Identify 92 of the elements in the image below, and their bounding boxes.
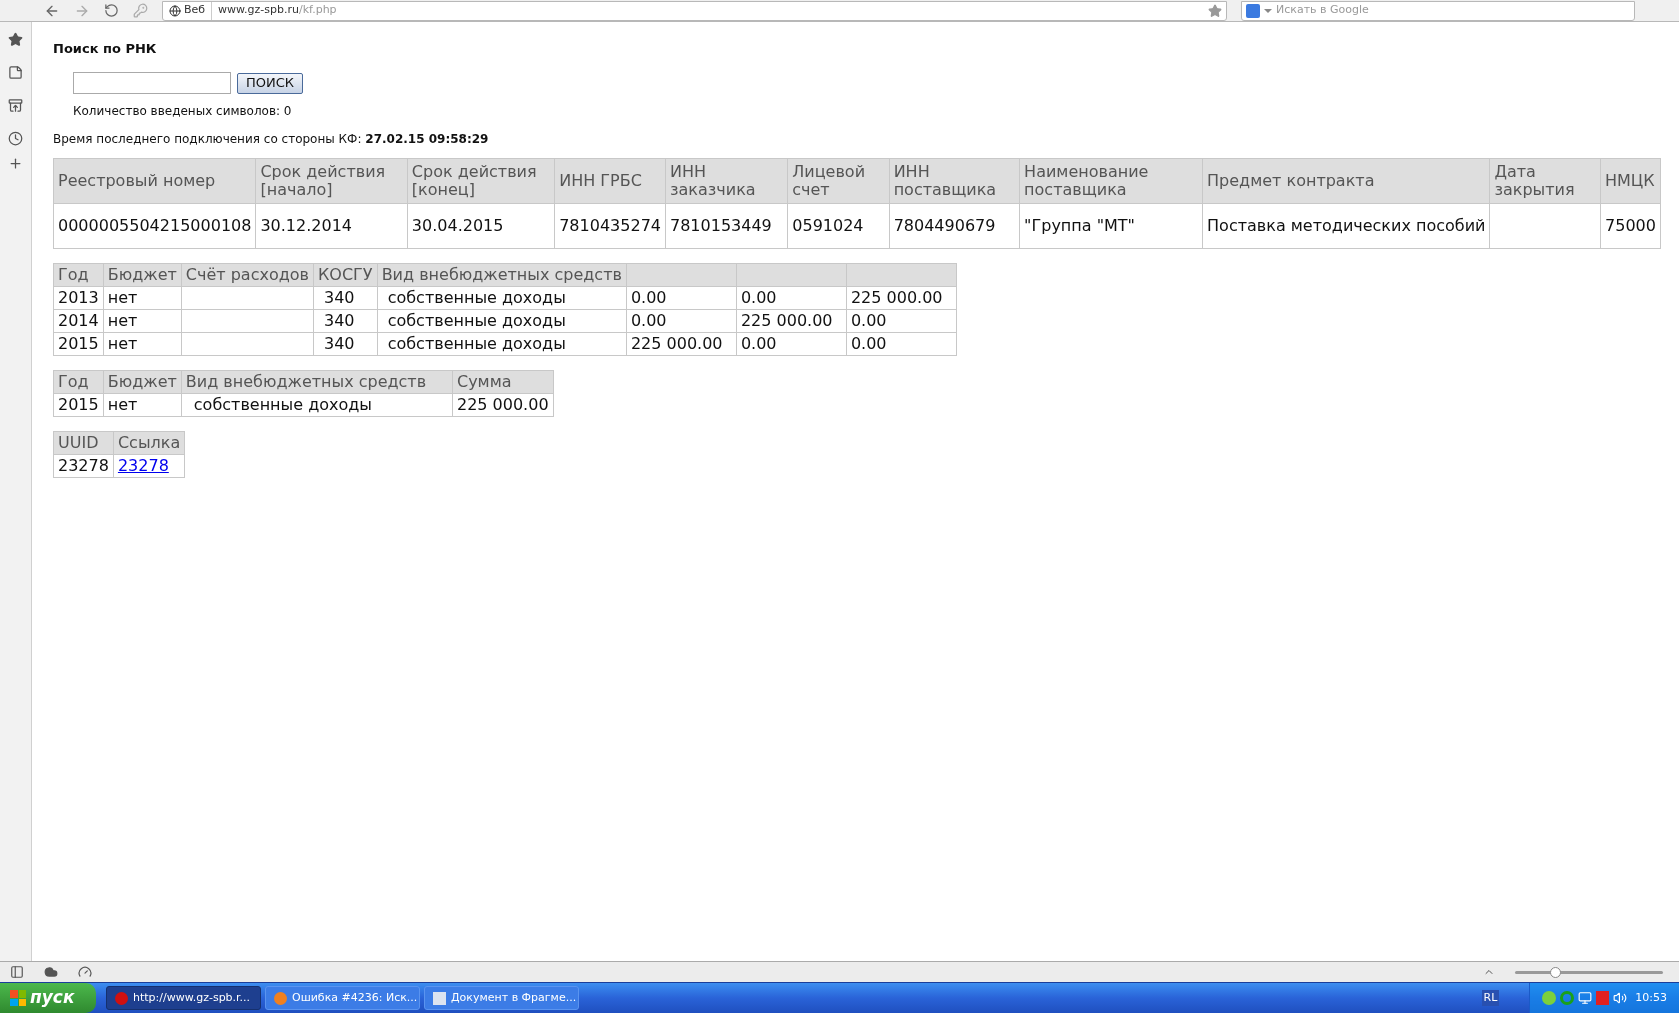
table-cell: собственные доходы xyxy=(181,393,453,417)
column-header: UUID xyxy=(53,431,114,455)
table-cell: нет xyxy=(103,393,182,417)
table-cell: 23278 xyxy=(53,454,114,478)
table-cell: нет xyxy=(103,332,182,356)
column-header: Вид внебюджетных средств xyxy=(377,263,627,287)
history-icon[interactable] xyxy=(8,131,23,146)
table-cell: собственные доходы xyxy=(377,309,627,333)
column-header: Лицевой счет xyxy=(787,158,890,204)
column-header: Вид внебюджетных средств xyxy=(181,370,453,394)
table-cell: 30.04.2015 xyxy=(407,203,555,249)
table-cell: 225 000.00 xyxy=(846,286,957,310)
panel-toggle-icon[interactable] xyxy=(10,965,24,979)
table-cell: 0.00 xyxy=(626,309,737,333)
column-header: Год xyxy=(53,370,104,394)
app-icon xyxy=(433,991,446,1005)
table-cell: 7810153449 xyxy=(665,203,788,249)
url-text: www.gz-spb.ru/kf.php xyxy=(217,2,338,19)
star-icon[interactable] xyxy=(8,32,23,47)
column-header: Год xyxy=(53,263,104,287)
column-header: Реестровый номер xyxy=(53,158,256,204)
download-icon[interactable] xyxy=(8,98,23,113)
table-cell: 0.00 xyxy=(626,286,737,310)
table-cell: собственные доходы xyxy=(377,332,627,356)
table-cell: 2014 xyxy=(53,309,104,333)
table-cell: 7810435274 xyxy=(554,203,666,249)
table-cell: Поставка методических пособий xyxy=(1202,203,1490,249)
cloud-icon[interactable] xyxy=(44,965,58,979)
table-cell: 225 000.00 xyxy=(736,309,847,333)
table-cell: 340 xyxy=(313,332,378,356)
table-cell: 0591024 xyxy=(787,203,890,249)
zoom-slider-thumb[interactable] xyxy=(1549,966,1561,978)
table-cell: нет xyxy=(103,286,182,310)
column-header: Срок действия [конец] xyxy=(407,158,555,204)
table-cell: "Группа "МТ" xyxy=(1019,203,1203,249)
address-bar[interactable]: Веб www.gz-spb.ru/kf.php xyxy=(162,0,1227,21)
app-icon xyxy=(274,991,287,1005)
column-header: ИНН ГРБС xyxy=(554,158,666,204)
table-cell: 30.12.2014 xyxy=(255,203,408,249)
column-header: Наименование поставщика xyxy=(1019,158,1203,204)
column-header: КОСГУ xyxy=(313,263,378,287)
search-button[interactable]: ПОИСК xyxy=(237,72,304,94)
table-cell: 0.00 xyxy=(736,286,847,310)
table-cell: 225 000.00 xyxy=(452,393,554,417)
table-cell: 340 xyxy=(313,309,378,333)
clock-text: 10:53 xyxy=(1635,989,1667,1006)
column-header: НМЦК xyxy=(1600,158,1661,204)
table-cell: 0.00 xyxy=(846,332,957,356)
bookmark-star-icon[interactable] xyxy=(1208,3,1222,18)
table-cell: 75000 xyxy=(1600,203,1661,249)
column-header: Ссылка xyxy=(113,431,185,455)
table-cell: 2015 xyxy=(53,393,104,417)
table-cell: 7804490679 xyxy=(889,203,1020,249)
table-cell: 2015 xyxy=(53,332,104,356)
volume-icon[interactable] xyxy=(1613,991,1628,1005)
dropdown-caret-icon[interactable] xyxy=(1264,8,1272,13)
table-cell: 0000005504215000108 xyxy=(53,203,256,249)
note-icon[interactable] xyxy=(8,65,23,80)
table-cell: 0.00 xyxy=(736,332,847,356)
column-header: Срок действия [начало] xyxy=(255,158,408,204)
table-cell: 225 000.00 xyxy=(626,332,737,356)
taskbar-button[interactable]: http://www.gz-spb.r... xyxy=(106,986,261,1010)
table-cell: 2013 xyxy=(53,286,104,310)
table-cell: 340 xyxy=(313,286,378,310)
app-icon xyxy=(115,991,128,1005)
table-cell: собственные доходы xyxy=(377,286,627,310)
windows-logo-icon xyxy=(10,990,26,1006)
table-cell: нет xyxy=(103,309,182,333)
network-icon[interactable] xyxy=(1578,991,1593,1005)
search-engine-label[interactable]: Веб xyxy=(163,1,213,20)
last-connection-text: Время последнего подключения со стороны КФ: 27.02.15 09:58:29 xyxy=(53,131,490,148)
reload-icon[interactable] xyxy=(104,3,119,18)
search-input[interactable] xyxy=(73,72,231,94)
column-header: Предмет контракта xyxy=(1202,158,1490,204)
column-header: Счёт расходов xyxy=(181,263,314,287)
page-title: Поиск по РНК xyxy=(53,41,158,57)
char-count-text: Количество введеных символов: 0 xyxy=(73,103,293,120)
search-placeholder: Искать в Google xyxy=(1276,2,1369,19)
table-cell: 0.00 xyxy=(846,309,957,333)
column-header: ИНН поставщика xyxy=(889,158,1020,204)
gauge-icon[interactable] xyxy=(78,965,92,979)
taskbar-button[interactable]: Ошибка #4236: Иск... xyxy=(265,986,420,1010)
column-header: Бюджет xyxy=(103,263,182,287)
column-header: Бюджет xyxy=(103,370,182,394)
column-header: Дата закрытия xyxy=(1490,158,1601,204)
column-header: Сумма xyxy=(452,370,554,394)
taskbar-button[interactable]: Документ в Фрагме... xyxy=(424,986,579,1010)
plus-icon[interactable] xyxy=(8,156,23,171)
globe-icon xyxy=(169,4,181,17)
language-indicator[interactable]: RL xyxy=(1481,989,1500,1007)
column-header: ИНН заказчика xyxy=(665,158,788,204)
zoom-slider[interactable] xyxy=(1515,966,1663,978)
